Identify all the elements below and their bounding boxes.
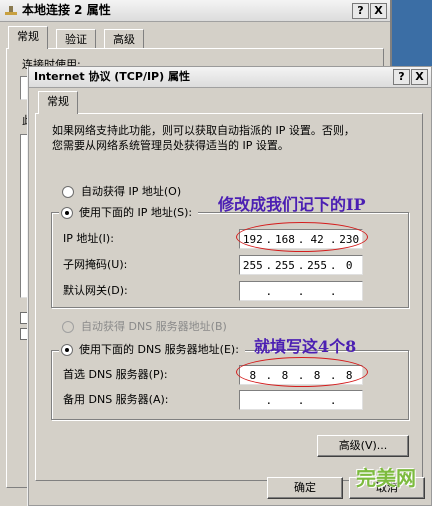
default-gateway-field[interactable]: ...	[239, 281, 363, 301]
auto-dns-label[interactable]: 自动获得 DNS 服务器地址(B)	[81, 320, 227, 334]
dot: .	[297, 258, 305, 272]
dot: .	[297, 393, 305, 407]
manual-ip-label[interactable]: 使用下面的 IP 地址(S):	[79, 206, 192, 220]
tab-general-label: 常规	[47, 95, 69, 108]
advanced-button[interactable]: 高级(V)...	[317, 435, 409, 457]
dns-annotation: 就填写这4个8	[254, 337, 357, 356]
dialog-help-button[interactable]: ?	[393, 69, 410, 85]
manual-dns-header: 使用下面的 DNS 服务器地址(E): 使用下面的 DNS 服务器地址(E):	[59, 343, 245, 357]
mask-octet: 0	[345, 258, 353, 272]
auto-ip-label[interactable]: 自动获得 IP 地址(O)	[81, 185, 181, 199]
dns-highlight-ellipse	[236, 357, 368, 387]
background-title-bar: 本地连接 2 属性 ? X	[0, 0, 390, 22]
dot: .	[265, 393, 273, 407]
background-help-button[interactable]: ?	[352, 3, 369, 19]
manual-dns-label[interactable]: 使用下面的 DNS 服务器地址(E):	[79, 343, 239, 357]
dialog-title-bar: Internet 协议 (TCP/IP) 属性 ? X	[29, 67, 431, 88]
dot: .	[265, 258, 273, 272]
ok-button[interactable]: 确定	[267, 477, 343, 499]
dialog-close-button[interactable]: X	[411, 69, 428, 85]
dialog-title: Internet 协议 (TCP/IP) 属性	[34, 70, 190, 83]
dot: .	[329, 393, 337, 407]
watermark-logo: 完美网	[356, 466, 416, 490]
dot: .	[265, 284, 273, 298]
description-text: 如果网络支持此功能，则可以获取自动指派的 IP 设置。否则， 您需要从网络系统管…	[52, 124, 355, 152]
default-gateway-label: 默认网关(D):	[63, 284, 128, 297]
background-tab-label: 验证	[65, 33, 87, 46]
alternate-dns-label: 备用 DNS 服务器(A):	[63, 393, 169, 406]
alternate-dns-field[interactable]: ...	[239, 390, 363, 410]
background-close-button[interactable]: X	[370, 3, 387, 19]
background-window-title: 本地连接 2 属性	[22, 3, 111, 17]
preferred-dns-label: 首选 DNS 服务器(P):	[63, 368, 168, 381]
auto-ip-radio[interactable]	[62, 186, 74, 198]
dot: .	[329, 284, 337, 298]
dot: .	[329, 258, 337, 272]
manual-ip-header: 使用下面的 IP 地址(S): 使用下面的 IP 地址(S):	[59, 206, 199, 220]
background-tab-advanced[interactable]: 高级	[104, 29, 144, 49]
mask-octet: 255	[307, 258, 328, 272]
network-connection-icon	[4, 4, 18, 16]
subnet-mask-field[interactable]: 255. 255. 255. 0	[239, 255, 363, 275]
mask-octet: 255	[242, 258, 263, 272]
tab-general[interactable]: 常规	[38, 91, 78, 114]
subnet-mask-label: 子网掩码(U):	[63, 258, 128, 271]
manual-ip-radio[interactable]	[61, 207, 73, 219]
manual-dns-radio[interactable]	[61, 344, 73, 356]
dot: .	[297, 284, 305, 298]
auto-dns-radio[interactable]	[62, 321, 74, 333]
mask-octet: 255	[274, 258, 295, 272]
ip-highlight-ellipse	[236, 222, 368, 252]
background-tab-label: 高级	[113, 33, 135, 46]
tcpip-properties-dialog: Internet 协议 (TCP/IP) 属性 ? X 常规 如果网络支持此功能…	[28, 66, 432, 506]
ip-annotation: 修改成我们记下的IP	[218, 195, 366, 214]
background-tab-general[interactable]: 常规	[8, 26, 48, 49]
ip-address-label: IP 地址(I):	[63, 232, 114, 245]
background-tab-auth[interactable]: 验证	[56, 29, 96, 49]
background-tab-label: 常规	[17, 30, 39, 43]
